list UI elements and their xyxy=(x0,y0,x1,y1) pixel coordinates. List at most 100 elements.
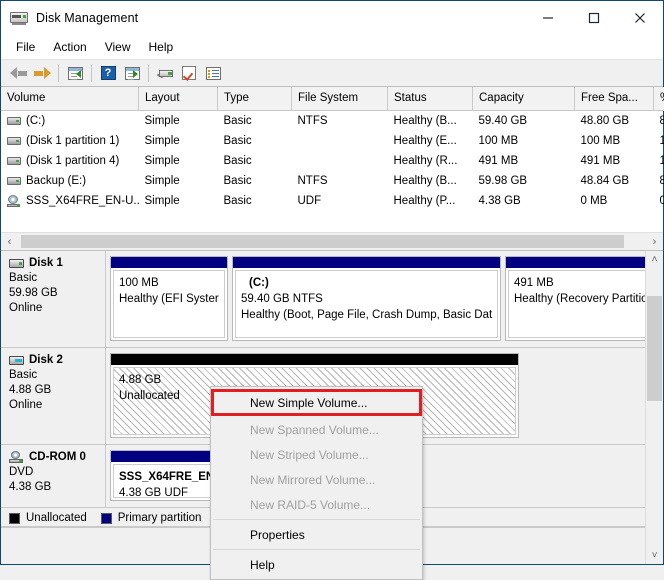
back-button[interactable] xyxy=(6,62,30,84)
volume-list-horizontal-scrollbar[interactable]: ‹ › xyxy=(1,232,663,250)
properties-button[interactable] xyxy=(177,62,201,84)
forward-icon xyxy=(34,67,51,80)
cell-status: Healthy (B... xyxy=(388,111,473,132)
window-controls xyxy=(525,1,663,35)
cell-capacity: 59.98 GB xyxy=(473,171,575,191)
toolbar-separator-2 xyxy=(91,65,92,82)
cell-capacity: 491 MB xyxy=(473,151,575,171)
cell-layout: Simple xyxy=(139,151,218,171)
partition-disk1-c[interactable]: (C:) 59.40 GB NTFS Healthy (Boot, Page F… xyxy=(232,256,501,341)
scroll-down-icon[interactable]: ˅ xyxy=(646,547,663,564)
table-row[interactable]: SSS_X64FRE_EN-U... Simple Basic UDF Heal… xyxy=(1,191,664,211)
cell-type: Basic xyxy=(218,151,292,171)
horizontal-scroll-thumb[interactable] xyxy=(21,235,624,248)
toolbar-separator-1 xyxy=(58,65,59,82)
column-header-free-space[interactable]: Free Spa... xyxy=(575,87,654,111)
volume-list-panel: Volume Layout Type File System Status Ca… xyxy=(1,87,663,251)
partition-size: 491 MB xyxy=(514,275,646,291)
context-menu-item-new-simple-volume[interactable]: New Simple Volume... xyxy=(211,389,422,416)
partition-color-bar xyxy=(506,257,646,268)
disk-1-name: Disk 1 xyxy=(29,257,63,269)
vertical-scroll-thumb[interactable] xyxy=(647,296,662,401)
disk-2-name: Disk 2 xyxy=(29,354,63,366)
cdrom-0-name: CD-ROM 0 xyxy=(29,451,86,463)
back-icon xyxy=(10,67,27,80)
column-header-type[interactable]: Type xyxy=(218,87,292,111)
scroll-left-icon[interactable]: ‹ xyxy=(1,233,18,250)
disk-1-header[interactable]: Disk 1 Basic 59.98 GB Online xyxy=(1,251,106,347)
cell-status: Healthy (R... xyxy=(388,151,473,171)
cdrom-0-capacity: 4.38 GB xyxy=(9,480,105,495)
cell-volume: (Disk 1 partition 4) xyxy=(1,151,139,171)
disk-management-window: Disk Management File Action View Help xyxy=(0,0,664,565)
cell-free-space: 48.84 GB xyxy=(575,171,654,191)
menu-file[interactable]: File xyxy=(7,37,44,57)
partition-size: 100 MB xyxy=(119,275,219,291)
context-menu-item-properties[interactable]: Properties xyxy=(211,522,422,547)
show-action-pane-icon xyxy=(206,67,221,80)
column-header-percent-free[interactable]: % Free xyxy=(654,87,664,111)
disk-2-type: Basic xyxy=(9,368,105,383)
disk-2-header[interactable]: Disk 2 Basic 4.88 GB Online xyxy=(1,348,106,444)
help-button[interactable]: ? xyxy=(96,62,120,84)
cell-capacity: 59.40 GB xyxy=(473,111,575,132)
table-row[interactable]: (Disk 1 partition 1) Simple Basic Health… xyxy=(1,131,664,151)
column-header-capacity[interactable]: Capacity xyxy=(473,87,575,111)
table-row[interactable]: (Disk 1 partition 4) Simple Basic Health… xyxy=(1,151,664,171)
rescan-disks-icon xyxy=(157,67,174,80)
horizontal-scroll-track[interactable] xyxy=(18,234,646,249)
cell-volume: Backup (E:) xyxy=(1,171,139,191)
cell-volume: (C:) xyxy=(1,111,139,132)
cell-file-system: NTFS xyxy=(292,111,388,132)
column-header-layout[interactable]: Layout xyxy=(139,87,218,111)
rescan-disks-button[interactable] xyxy=(153,62,177,84)
cdrom-0-header[interactable]: CD-ROM 0 DVD 4.38 GB xyxy=(1,445,106,507)
cell-layout: Simple xyxy=(139,171,218,191)
cdrom-0-type: DVD xyxy=(9,465,105,480)
context-menu-item-new-raid5-volume: New RAID-5 Volume... xyxy=(211,492,422,517)
partition-details: 100 MB Healthy (EFI Syster xyxy=(113,270,225,338)
menu-bar: File Action View Help xyxy=(1,35,663,60)
show-hide-console-tree-button[interactable] xyxy=(120,62,144,84)
partition-disk1-efi[interactable]: 100 MB Healthy (EFI Syster xyxy=(110,256,228,341)
volume-table-header-row: Volume Layout Type File System Status Ca… xyxy=(1,87,664,111)
close-button[interactable] xyxy=(617,1,663,35)
cell-volume: SSS_X64FRE_EN-U... xyxy=(1,191,139,211)
graphical-view-vertical-scrollbar[interactable]: ˄ ˅ xyxy=(645,251,663,564)
disk-1-type: Basic xyxy=(9,271,105,286)
scroll-up-icon[interactable]: ˄ xyxy=(646,251,663,268)
table-row[interactable]: (C:) Simple Basic NTFS Healthy (B... 59.… xyxy=(1,111,664,132)
column-header-volume[interactable]: Volume xyxy=(1,87,139,111)
partition-label: SSS_X64FRE_EN- xyxy=(119,469,224,485)
partition-disk1-recovery[interactable]: 491 MB Healthy (Recovery Partitio xyxy=(505,256,646,341)
legend-label-unallocated: Unallocated xyxy=(26,512,87,524)
menu-view[interactable]: View xyxy=(96,37,140,57)
menu-action[interactable]: Action xyxy=(44,37,95,57)
partition-details: 491 MB Healthy (Recovery Partitio xyxy=(508,270,646,338)
column-header-status[interactable]: Status xyxy=(388,87,473,111)
context-menu-item-new-spanned-volume: New Spanned Volume... xyxy=(211,417,422,442)
disk-row-disk-1[interactable]: Disk 1 Basic 59.98 GB Online 100 MB Heal… xyxy=(1,251,646,348)
cell-status: Healthy (P... xyxy=(388,191,473,211)
partition-size: 59.40 GB NTFS xyxy=(241,291,492,307)
cell-free-space: 0 MB xyxy=(575,191,654,211)
cell-type: Basic xyxy=(218,131,292,151)
partition-status: Healthy (Boot, Page File, Crash Dump, Ba… xyxy=(241,307,492,323)
table-row[interactable]: Backup (E:) Simple Basic NTFS Healthy (B… xyxy=(1,171,664,191)
maximize-button[interactable] xyxy=(571,1,617,35)
cdrom-icon xyxy=(7,195,21,207)
cell-type: Basic xyxy=(218,111,292,132)
cell-file-system: NTFS xyxy=(292,171,388,191)
partition-color-bar xyxy=(233,257,500,268)
cell-volume: (Disk 1 partition 1) xyxy=(1,131,139,151)
show-action-pane-button[interactable] xyxy=(201,62,225,84)
forward-button[interactable] xyxy=(30,62,54,84)
toolbar: ? xyxy=(1,60,663,87)
scroll-right-icon[interactable]: › xyxy=(646,233,663,250)
column-header-file-system[interactable]: File System xyxy=(292,87,388,111)
up-one-level-button[interactable] xyxy=(63,62,87,84)
hard-disk-icon xyxy=(9,259,24,268)
legend-swatch-unallocated xyxy=(9,513,20,524)
minimize-button[interactable] xyxy=(525,1,571,35)
menu-help[interactable]: Help xyxy=(140,37,183,57)
